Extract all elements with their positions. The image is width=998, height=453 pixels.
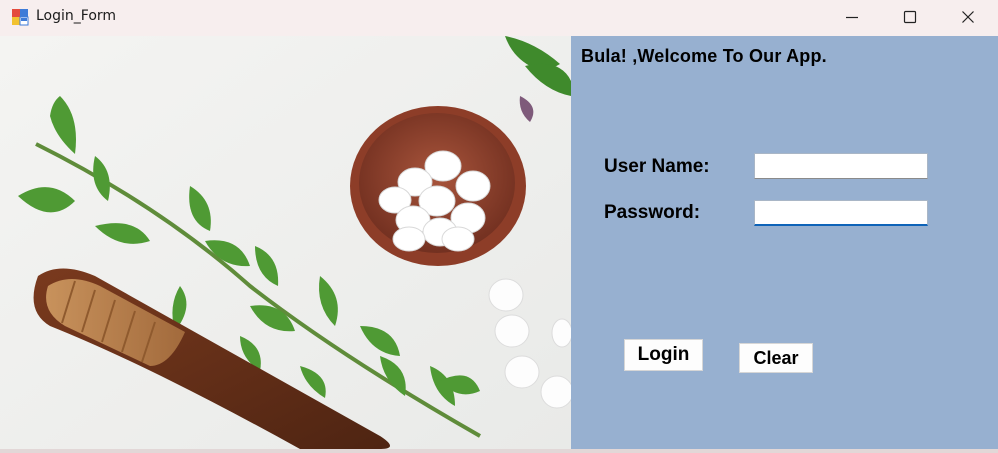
herbal-medicine-photo: [0, 36, 571, 449]
welcome-label: Bula! ,Welcome To Our App.: [581, 46, 827, 66]
minimize-icon: [846, 16, 858, 19]
photo-illustration: [0, 36, 571, 449]
login-button[interactable]: Login: [624, 339, 703, 371]
title-bar: Login_Form: [0, 0, 998, 36]
username-input[interactable]: [754, 153, 928, 179]
window-title: Login_Form: [36, 8, 117, 24]
form-client-area: Bula! ,Welcome To Our App. User Name: Pa…: [0, 36, 998, 449]
password-input[interactable]: [754, 200, 928, 226]
maximize-button[interactable]: [881, 0, 939, 34]
window-bottom-border: [0, 449, 998, 453]
clear-button[interactable]: Clear: [739, 343, 813, 373]
close-button[interactable]: [939, 0, 997, 34]
minimize-button[interactable]: [823, 0, 881, 34]
close-icon: [962, 11, 974, 23]
maximize-icon: [903, 10, 917, 24]
username-label: User Name:: [604, 156, 710, 177]
password-label: Password:: [604, 202, 701, 223]
login-panel: Bula! ,Welcome To Our App. User Name: Pa…: [571, 36, 998, 449]
app-icon: [12, 9, 29, 26]
